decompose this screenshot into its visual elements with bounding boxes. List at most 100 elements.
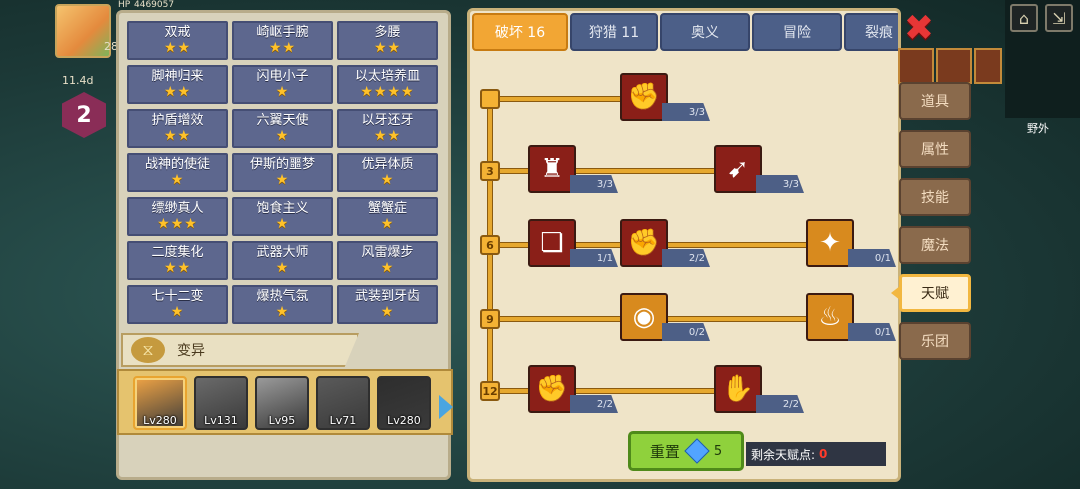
- trait-card[interactable]: 脚神归来 ★★: [127, 65, 228, 104]
- trait-name: 崎岖手腕: [256, 25, 309, 40]
- trait-card[interactable]: 崎岖手腕 ★★: [232, 21, 333, 60]
- card-icon[interactable]: ❏: [528, 219, 576, 267]
- talent-count: 0/1: [848, 249, 896, 267]
- trait-card[interactable]: 六翼天使 ★: [232, 109, 333, 148]
- trait-stars-icon: ★: [380, 172, 395, 188]
- hp-value: 4469057: [134, 0, 175, 10]
- side-tab-0[interactable]: 道具: [899, 82, 971, 120]
- trait-card[interactable]: 武器大师 ★: [232, 241, 333, 280]
- trait-card[interactable]: 蟹蟹症 ★: [337, 197, 438, 236]
- slash-hand-icon[interactable]: ✋: [714, 365, 762, 413]
- hero-portrait[interactable]: Lv280: [133, 376, 187, 430]
- trait-stars-icon: ★: [380, 260, 395, 276]
- raised-fist-icon[interactable]: ✊: [528, 365, 576, 413]
- trait-name: 多腰: [374, 25, 401, 40]
- trait-stars-icon: ★★: [163, 40, 192, 56]
- tier-node: 3: [480, 161, 500, 181]
- trait-card[interactable]: 护盾增效 ★★: [127, 109, 228, 148]
- side-tab-1[interactable]: 属性: [899, 130, 971, 168]
- arrow-strike-icon[interactable]: ➹: [714, 145, 762, 193]
- trait-card[interactable]: 七十二变 ★: [127, 285, 228, 324]
- hero-portrait[interactable]: Lv131: [194, 376, 248, 430]
- trait-card[interactable]: 以牙还牙 ★★: [337, 109, 438, 148]
- trait-card[interactable]: 伊斯的噩梦 ★: [232, 153, 333, 192]
- tier-node: 6: [480, 235, 500, 255]
- close-icon[interactable]: ✖: [902, 11, 936, 47]
- talent-count: 3/3: [756, 175, 804, 193]
- reset-button[interactable]: 重置 5: [628, 431, 744, 471]
- pentagram-icon[interactable]: [936, 48, 972, 84]
- fist-punch-icon[interactable]: ✊: [620, 219, 668, 267]
- hero-level: Lv131: [204, 414, 238, 427]
- trait-stars-icon: ★★: [373, 128, 402, 144]
- tab-4[interactable]: 裂痕: [844, 13, 898, 51]
- trait-card[interactable]: 优异体质 ★: [337, 153, 438, 192]
- trait-name: 双戒: [164, 25, 191, 40]
- trait-card[interactable]: 双戒 ★★: [127, 21, 228, 60]
- active-tab-marker-icon: [891, 286, 900, 300]
- gear-rune-icon[interactable]: [974, 48, 1002, 84]
- flame-drop-icon[interactable]: ♨: [806, 293, 854, 341]
- trait-stars-icon: ★: [380, 304, 395, 320]
- hp-label: HP: [118, 0, 131, 10]
- tab-2[interactable]: 奥义: [660, 13, 750, 51]
- trait-card[interactable]: 闪电小子 ★: [232, 65, 333, 104]
- trait-card[interactable]: 爆热气氛 ★: [232, 285, 333, 324]
- rune-icon[interactable]: [898, 48, 934, 84]
- trait-name: 二度集化: [151, 245, 204, 260]
- hero-portrait[interactable]: Lv280: [377, 376, 431, 430]
- trait-name: 伊斯的噩梦: [249, 157, 315, 172]
- trait-stars-icon: ★: [275, 84, 290, 100]
- side-tab-4[interactable]: 天赋: [899, 274, 971, 312]
- talent-count: 2/2: [756, 395, 804, 413]
- trait-stars-icon: ★: [170, 304, 185, 320]
- scroll-right-arrow-icon[interactable]: [439, 395, 453, 419]
- player-avatar[interactable]: [55, 4, 111, 58]
- exit-icon[interactable]: ⇲: [1045, 4, 1073, 32]
- remaining-points-value: 0: [819, 447, 828, 461]
- trait-card[interactable]: 缥缈真人 ★★★: [127, 197, 228, 236]
- map-globe-icon[interactable]: ⌂: [1010, 4, 1038, 32]
- trait-card[interactable]: 饱食主义 ★: [232, 197, 333, 236]
- dna-icon: ⧖: [131, 337, 165, 363]
- burst-icon[interactable]: ✦: [806, 219, 854, 267]
- trait-card[interactable]: 二度集化 ★★: [127, 241, 228, 280]
- side-tab-5[interactable]: 乐团: [899, 322, 971, 360]
- minimap-label: 野外: [1027, 122, 1049, 135]
- trait-card[interactable]: 武装到牙齿 ★: [337, 285, 438, 324]
- trait-card[interactable]: 风雷爆步 ★: [337, 241, 438, 280]
- trait-name: 武装到牙齿: [354, 289, 420, 304]
- trait-name: 护盾增效: [151, 113, 204, 128]
- tab-0[interactable]: 破坏 16: [472, 13, 568, 51]
- trait-card[interactable]: 多腰 ★★: [337, 21, 438, 60]
- trait-stars-icon: ★: [275, 128, 290, 144]
- hero-level: Lv280: [387, 414, 421, 427]
- trait-stars-icon: ★: [380, 216, 395, 232]
- talent-count: 2/2: [662, 249, 710, 267]
- tab-3[interactable]: 冒险: [752, 13, 842, 51]
- trait-name: 以牙还牙: [361, 113, 414, 128]
- trait-name: 风雷爆步: [361, 245, 414, 260]
- side-tab-3[interactable]: 魔法: [899, 226, 971, 264]
- trait-card[interactable]: 战神的使徒 ★: [127, 153, 228, 192]
- trait-name: 蟹蟹症: [367, 201, 407, 216]
- side-tab-2[interactable]: 技能: [899, 178, 971, 216]
- trait-card[interactable]: 以太培养皿 ★★★★: [337, 65, 438, 104]
- mutation-label: 变异: [177, 343, 205, 359]
- hero-portrait[interactable]: Lv71: [316, 376, 370, 430]
- tab-1[interactable]: 狩猎 11: [570, 13, 658, 51]
- hero-level: Lv71: [329, 414, 357, 427]
- talent-count: 0/2: [662, 323, 710, 341]
- reset-label: 重置: [649, 442, 680, 461]
- arm-wrestle-icon[interactable]: ✊: [620, 73, 668, 121]
- hero-portrait[interactable]: Lv95: [255, 376, 309, 430]
- mutation-header[interactable]: ⧖ 变异: [121, 333, 359, 367]
- traits-panel: 双戒 ★★ 崎岖手腕 ★★ 多腰 ★★ 脚神归来 ★★ 闪电小子 ★ 以太培养皿 ★★★★ 护盾增效 ★★…: [116, 10, 453, 480]
- tier-node: 12: [480, 381, 500, 401]
- reset-cost: 5: [713, 443, 723, 459]
- muscle-body-icon[interactable]: ♜: [528, 145, 576, 193]
- hero-level: Lv280: [143, 414, 177, 427]
- ring-orb-icon[interactable]: ◉: [620, 293, 668, 341]
- trait-name: 闪电小子: [256, 69, 309, 84]
- trait-name: 以太培养皿: [354, 69, 420, 84]
